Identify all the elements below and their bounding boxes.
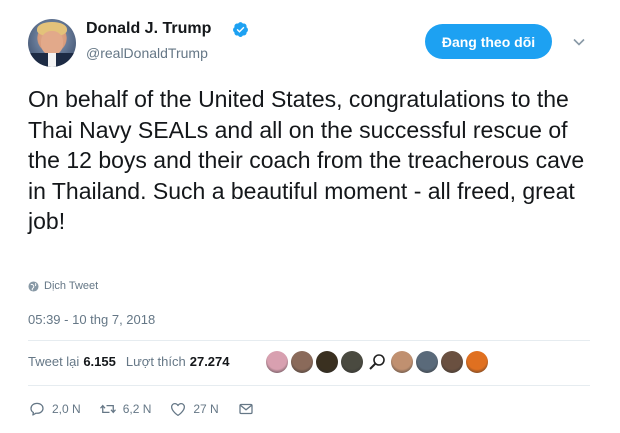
tweet-timestamp[interactable]: 05:39 - 10 thg 7, 2018 — [28, 312, 155, 327]
retweet-icon — [99, 404, 116, 414]
engagement-stats: Tweet lại 6.155 Lượt thích 27.274 — [28, 354, 240, 369]
likes-label: Lượt thích — [125, 354, 186, 369]
liker-avatar[interactable] — [266, 351, 288, 373]
retweet-button[interactable]: 6,2 N — [99, 400, 152, 418]
translate-tweet-link[interactable]: Dịch Tweet — [28, 280, 98, 292]
following-button[interactable]: Đang theo dõi — [425, 24, 552, 59]
chevron-down-icon[interactable] — [572, 35, 586, 49]
globe-icon — [28, 280, 39, 292]
author-name[interactable]: Donald J. Trump — [86, 20, 211, 38]
likers-avatars — [266, 351, 488, 373]
liker-avatar[interactable] — [466, 351, 488, 373]
like-count: 27 N — [193, 402, 219, 416]
liker-avatar[interactable] — [416, 351, 438, 373]
retweets-label: Tweet lại — [28, 354, 80, 369]
divider — [28, 340, 590, 341]
tweet-actions: 2,0 N 6,2 N 27 N — [28, 400, 273, 418]
retweets-count: 6.155 — [83, 354, 116, 369]
liker-avatar-magnifier[interactable] — [366, 351, 388, 373]
author-handle[interactable]: @realDonaldTrump — [86, 45, 208, 61]
liker-avatar[interactable] — [391, 351, 413, 373]
reply-icon — [30, 402, 44, 416]
verified-badge-icon — [233, 22, 248, 37]
likes-count: 27.274 — [189, 354, 230, 369]
liker-avatar[interactable] — [291, 351, 313, 373]
translate-label[interactable]: Dịch Tweet — [44, 280, 98, 292]
likes-stat[interactable]: Lượt thích 27.274 — [126, 354, 230, 369]
liker-avatar[interactable] — [341, 351, 363, 373]
reply-count: 2,0 N — [52, 402, 81, 416]
avatar-shirt — [48, 53, 56, 67]
envelope-icon — [239, 403, 253, 415]
liker-avatar[interactable] — [441, 351, 463, 373]
like-button[interactable]: 27 N — [169, 400, 219, 418]
heart-icon — [171, 402, 186, 417]
author-avatar[interactable] — [28, 19, 76, 67]
retweets-stat[interactable]: Tweet lại 6.155 — [28, 354, 116, 369]
retweet-count: 6,2 N — [122, 402, 152, 416]
divider — [28, 385, 590, 386]
avatar-face — [41, 31, 63, 55]
tweet-text: On behalf of the United States, congratu… — [28, 86, 585, 235]
liker-avatar[interactable] — [316, 351, 338, 373]
reply-button[interactable]: 2,0 N — [28, 400, 81, 418]
direct-message-button[interactable] — [237, 400, 255, 418]
